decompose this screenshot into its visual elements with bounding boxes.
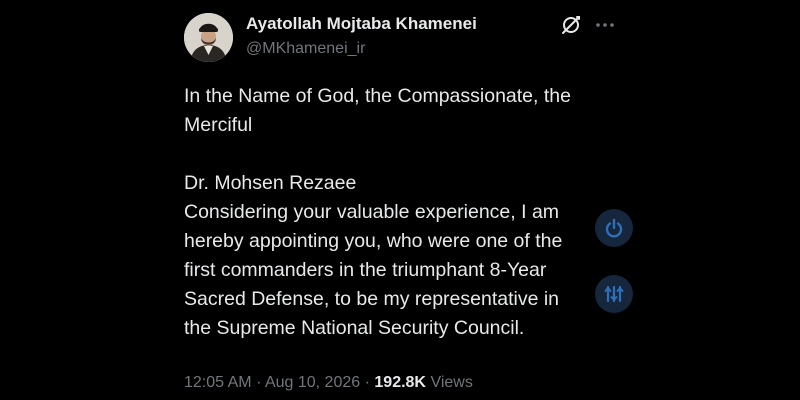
- grok-icon[interactable]: [560, 14, 582, 36]
- sliders-icon: [604, 285, 624, 303]
- tweet-date[interactable]: Aug 10, 2026: [265, 374, 360, 391]
- meta-separator: ·: [256, 374, 262, 391]
- tweet-time[interactable]: 12:05 AM: [184, 374, 252, 391]
- meta-separator: ·: [364, 374, 370, 391]
- avatar-portrait: [184, 13, 233, 62]
- views-label: Views: [430, 374, 473, 391]
- user-handle[interactable]: @MKhamenei_ir: [246, 40, 365, 58]
- sliders-button[interactable]: [595, 275, 633, 313]
- tweet-meta: 12:05 AM · Aug 10, 2026 · 192.8K Views: [184, 374, 473, 392]
- views-count: 192.8K: [374, 374, 426, 391]
- power-button[interactable]: [595, 209, 633, 247]
- display-name[interactable]: Ayatollah Mojtaba Khamenei: [246, 14, 477, 34]
- avatar[interactable]: [184, 13, 233, 62]
- tweet-card: Ayatollah Mojtaba Khamenei @MKhamenei_ir…: [184, 0, 624, 400]
- more-icon[interactable]: [594, 15, 616, 35]
- tweet-text: In the Name of God, the Compassionate, t…: [184, 85, 571, 339]
- power-icon: [605, 218, 623, 238]
